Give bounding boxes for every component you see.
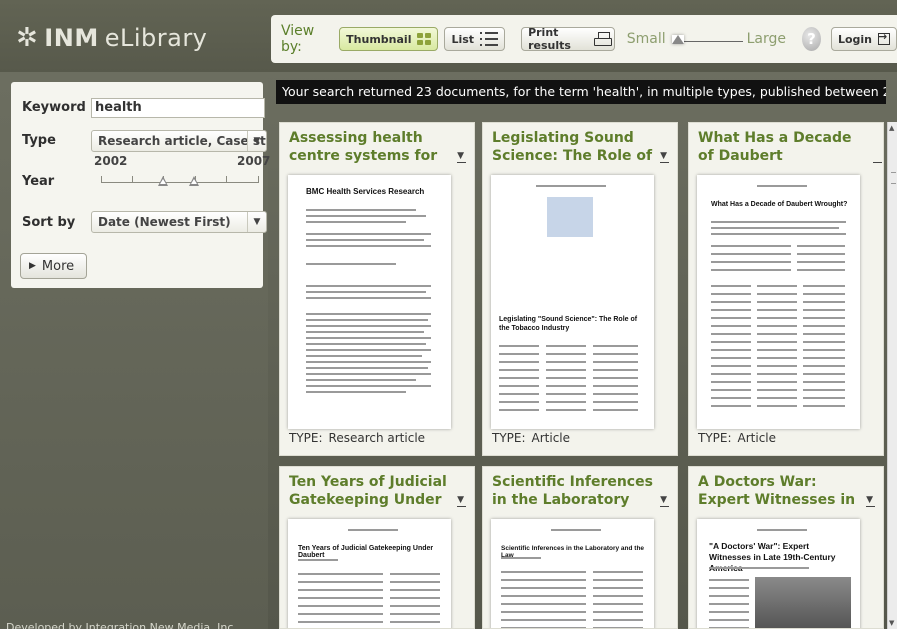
document-thumbnail[interactable]: Scientific Inferences in the Laboratory … <box>491 519 654 628</box>
result-card[interactable]: What Has a Decade of Daubert Wrought? Wh… <box>688 122 884 456</box>
more-filters-label: More <box>41 258 75 274</box>
thumbnail-view-label: Thumbnail <box>346 32 412 46</box>
year-tick <box>101 176 102 182</box>
document-thumbnail[interactable]: Ten Years of Judicial Gatekeeping Under … <box>288 519 451 628</box>
year-label: Year <box>22 174 55 189</box>
card-title[interactable]: Assessing health centre systems for guid… <box>289 129 455 167</box>
document-thumbnail[interactable]: "A Doctors' War": Expert Witnesses in La… <box>697 519 860 628</box>
login-button[interactable]: Login <box>830 27 897 51</box>
result-card[interactable]: Assessing health centre systems for guid… <box>279 122 475 456</box>
page-heading: Ten Years of Judicial Gatekeeping Under … <box>298 545 434 559</box>
type-select-value: Research article, Case st... <box>98 134 267 148</box>
chevron-down-icon: ▼ <box>247 212 266 232</box>
year-end-value: 2007 <box>237 154 271 168</box>
result-card[interactable]: Scientific Inferences in the Laboratory … <box>482 466 678 629</box>
scroll-grip[interactable] <box>891 172 896 184</box>
page-heading: "A Doctors' War": Expert Witnesses in La… <box>709 541 836 573</box>
thumbnail-view-button[interactable]: Thumbnail <box>339 27 439 51</box>
list-view-label: List <box>451 32 475 46</box>
type-prefix: TYPE: <box>492 431 526 445</box>
grid-icon <box>417 33 432 45</box>
search-summary: Your search returned 23 documents, for t… <box>276 80 886 104</box>
login-label: Login <box>837 32 872 46</box>
type-prefix: TYPE: <box>698 431 732 445</box>
keyword-input[interactable]: health <box>91 98 265 118</box>
thumbnail-size-slider[interactable] <box>671 32 743 46</box>
page-heading: Legislating "Sound Science": The Role of… <box>499 316 638 332</box>
year-tick <box>132 176 133 182</box>
sidebar: Keyword health Type Research article, Ca… <box>0 72 270 629</box>
year-slider-track <box>101 182 259 183</box>
size-slider-handle[interactable] <box>671 35 684 44</box>
type-value: Research article <box>328 431 426 445</box>
document-thumbnail[interactable]: What Has a Decade of Daubert Wrought? <box>697 175 860 429</box>
result-card[interactable]: A Doctors War: Expert Witnesses in Late … <box>688 466 884 629</box>
year-tick <box>258 176 259 182</box>
document-thumbnail[interactable]: BMC Health Services Research <box>288 175 451 429</box>
article-photo <box>755 577 851 628</box>
top-bar: ✲ INM eLibrary View by: Thumbnail List P… <box>0 0 897 72</box>
results-scrollbar[interactable]: ▲ ▼ <box>887 122 897 629</box>
sort-select[interactable]: Date (Newest First) ▼ <box>91 211 267 233</box>
chevron-down-icon[interactable]: ▼ <box>457 151 466 163</box>
card-title[interactable]: Legislating Sound Science: The Role of t… <box>492 129 658 167</box>
result-card[interactable]: Legislating Sound Science: The Role of t… <box>482 122 678 456</box>
list-view-button[interactable]: List <box>444 27 506 51</box>
card-title[interactable]: A Doctors War: Expert Witnesses in Late … <box>698 473 864 511</box>
keyword-label: Keyword <box>22 100 86 115</box>
document-thumbnail[interactable]: Legislating "Sound Science": The Role of… <box>491 175 654 429</box>
year-range-slider[interactable] <box>101 172 259 190</box>
printer-icon <box>593 32 612 46</box>
size-small-label: Small <box>626 31 666 47</box>
expand-arrow-icon: ▶ <box>29 261 36 271</box>
type-select[interactable]: Research article, Case st... ▼ <box>91 130 267 152</box>
view-by-label: View by: <box>281 23 315 55</box>
print-results-button[interactable]: Print results <box>521 26 615 52</box>
app-logo[interactable]: ✲ INM eLibrary <box>16 21 207 55</box>
chevron-down-icon[interactable]: ▼ <box>660 151 669 163</box>
type-label: Type <box>22 133 56 148</box>
type-value: Article <box>737 431 777 445</box>
year-start-value: 2002 <box>94 154 128 168</box>
filter-panel: Keyword health Type Research article, Ca… <box>11 82 270 288</box>
logo-suffix: eLibrary <box>104 24 208 52</box>
chevron-down-icon: ▼ <box>247 131 266 151</box>
year-end-handle[interactable] <box>189 176 199 186</box>
sort-select-value: Date (Newest First) <box>98 215 231 229</box>
card-title[interactable]: What Has a Decade of Daubert Wrought? <box>698 129 864 167</box>
logo-prefix: INM <box>44 24 99 52</box>
card-title[interactable]: Ten Years of Judicial Gatekeeping Under <box>289 473 455 511</box>
card-type: TYPE: Article <box>698 431 776 445</box>
print-results-label: Print results <box>528 26 571 52</box>
logo-cross-icon: ✲ <box>16 23 39 53</box>
result-card[interactable]: Ten Years of Judicial Gatekeeping Under … <box>279 466 475 629</box>
type-value: Article <box>531 431 571 445</box>
page-heading: What Has a Decade of Daubert Wrought? <box>711 201 848 208</box>
type-prefix: TYPE: <box>289 431 323 445</box>
login-icon <box>878 30 890 45</box>
sort-label: Sort by <box>22 215 76 230</box>
chevron-down-icon[interactable]: ▼ <box>866 495 875 507</box>
year-start-handle[interactable] <box>158 176 168 186</box>
card-type: TYPE: Article <box>492 431 570 445</box>
view-toolbar: View by: Thumbnail List Print results Sm… <box>271 15 897 63</box>
size-slider-track <box>677 41 743 42</box>
card-type: TYPE: Research article <box>289 431 425 445</box>
more-filters-button[interactable]: ▶ More <box>20 253 87 279</box>
list-icon <box>480 32 499 46</box>
year-tick <box>226 176 227 182</box>
chevron-down-icon[interactable]: ▼ <box>457 495 466 507</box>
page-heading: BMC Health Services Research <box>306 187 425 196</box>
scroll-down-icon[interactable]: ▼ <box>889 619 894 627</box>
size-large-label: Large <box>746 31 787 47</box>
card-title[interactable]: Scientific Inferences in the Laboratory … <box>492 473 658 511</box>
article-image <box>547 197 593 237</box>
chevron-down-icon[interactable]: ▼ <box>660 495 669 507</box>
scroll-up-icon[interactable]: ▲ <box>889 124 894 132</box>
footer-credit: Developed by Integration New Media, Inc. <box>6 621 237 629</box>
help-icon[interactable]: ? <box>802 27 821 51</box>
